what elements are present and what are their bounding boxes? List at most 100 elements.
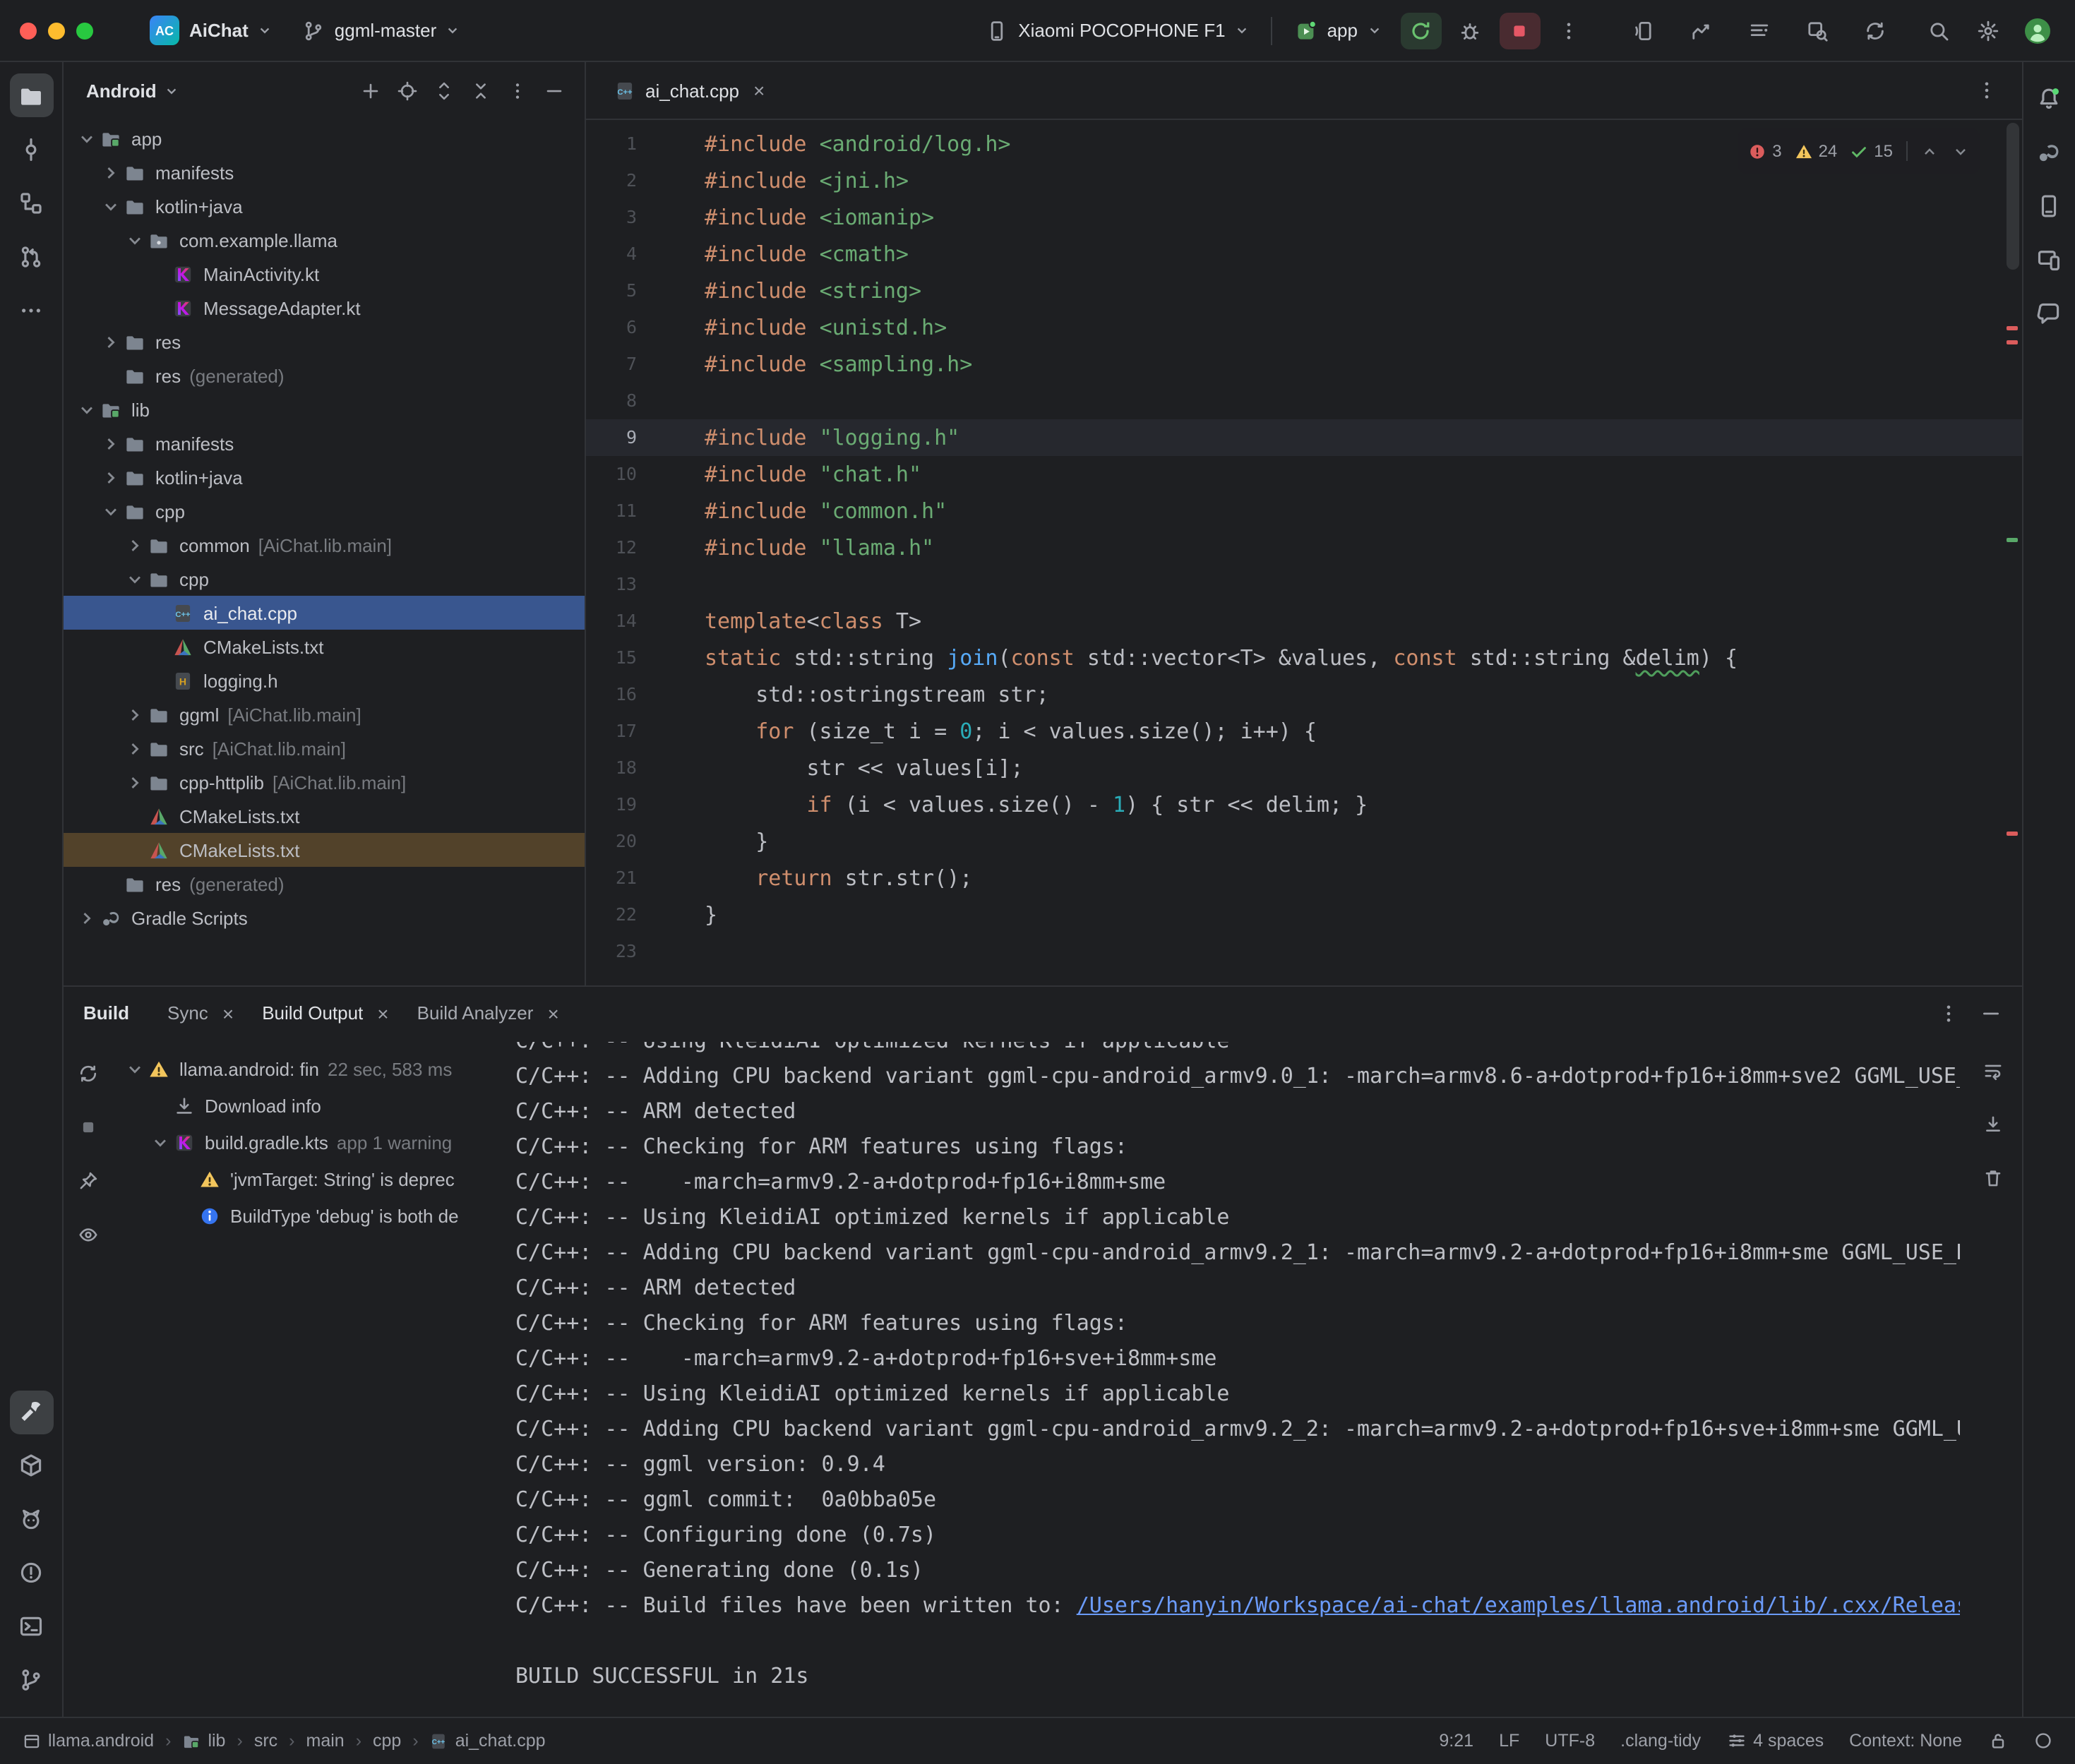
hide-build-panel-button[interactable]: [1979, 1002, 2002, 1024]
sync-button[interactable]: [1855, 12, 1896, 49]
more-h-tool-button[interactable]: [9, 288, 53, 332]
debug-button[interactable]: [1449, 12, 1490, 49]
output-path-link[interactable]: /Users/hanyin/Workspace/ai-chat/examples…: [1077, 1592, 1959, 1618]
tree-item-manifests[interactable]: manifests: [64, 426, 585, 460]
caret-position-status-item[interactable]: 9:21: [1439, 1731, 1473, 1751]
tree-item-cpp-httplib[interactable]: cpp-httplib[AiChat.lib.main]: [64, 765, 585, 799]
collapse-all-button[interactable]: [463, 73, 497, 107]
breadcrumb-ai-chat-cpp[interactable]: C++ai_chat.cpp: [430, 1731, 546, 1751]
editor-scrollbar[interactable]: [2006, 123, 2019, 270]
version-control-tool-button[interactable]: [9, 1658, 53, 1702]
code-style-config-status-item[interactable]: .clang-tidy: [1620, 1731, 1701, 1751]
minimize-window-button[interactable]: [48, 22, 65, 39]
run-configuration-selector[interactable]: app: [1284, 12, 1392, 49]
locate-button[interactable]: [390, 73, 424, 107]
file-encoding-status-item[interactable]: UTF-8: [1545, 1731, 1595, 1751]
close-tab-icon[interactable]: ×: [753, 79, 765, 102]
chevron-right-icon[interactable]: [75, 907, 99, 928]
build-tab-build-output[interactable]: Build Output×: [249, 995, 401, 1031]
settings-button[interactable]: [1968, 12, 2009, 49]
device-selector[interactable]: Xiaomi POCOPHONE F1: [974, 12, 1259, 49]
chevron-down-icon[interactable]: [148, 1132, 172, 1153]
logcat-lines-button[interactable]: [1739, 12, 1780, 49]
close-tab-icon[interactable]: ×: [222, 1002, 234, 1024]
chevron-down-icon[interactable]: [99, 500, 123, 522]
chevron-right-icon[interactable]: [99, 162, 123, 183]
chevron-right-icon[interactable]: [123, 772, 147, 793]
chevron-right-icon[interactable]: [99, 467, 123, 488]
tree-item-com-example-llama[interactable]: com.example.llama: [64, 223, 585, 257]
chevron-right-icon[interactable]: [99, 331, 123, 352]
tree-item-messageadapter-kt[interactable]: MessageAdapter.kt: [64, 291, 585, 325]
close-tab-icon[interactable]: ×: [547, 1002, 558, 1024]
packages-tool-button[interactable]: [9, 1444, 53, 1487]
chevron-down-icon[interactable]: [75, 128, 99, 149]
next-problem-button[interactable]: [1951, 142, 1969, 160]
tree-item-jvmtarget-string-is-deprec[interactable]: 'jvmTarget: String' is deprec: [112, 1160, 496, 1197]
project-tool-button[interactable]: [9, 73, 53, 117]
breadcrumb-src[interactable]: src: [254, 1731, 277, 1751]
tree-item-res[interactable]: res(generated): [64, 867, 585, 901]
chevron-right-icon[interactable]: [123, 738, 147, 759]
tree-item-buildtype-debug-is-both-de[interactable]: BuildType 'debug' is both de: [112, 1197, 496, 1234]
tree-item-res[interactable]: res(generated): [64, 359, 585, 392]
project-view-selector[interactable]: Android: [86, 80, 157, 101]
tree-item-common[interactable]: common[AiChat.lib.main]: [64, 528, 585, 562]
device-manager-tool-button[interactable]: [2027, 184, 2071, 227]
tree-item-build-gradle-kts[interactable]: build.gradle.ktsapp 1 warning: [112, 1124, 496, 1160]
tree-item-llama-android-fin[interactable]: llama.android: fin22 sec, 583 ms: [112, 1050, 496, 1087]
chevron-down-icon[interactable]: [123, 568, 147, 589]
build-options-button[interactable]: [1937, 1002, 1959, 1024]
build-tab-build-analyzer[interactable]: Build Analyzer×: [405, 995, 572, 1031]
editor-options-button[interactable]: [1966, 72, 2007, 109]
breadcrumb-llama-android[interactable]: llama.android: [23, 1731, 154, 1751]
plus-button[interactable]: [353, 73, 387, 107]
tree-item-cmakelists-txt[interactable]: CMakeLists.txt: [64, 833, 585, 867]
commit-tool-button[interactable]: [9, 127, 53, 171]
tree-item-cpp[interactable]: cpp: [64, 494, 585, 528]
logcat-tool-button[interactable]: [9, 1497, 53, 1541]
tree-item-gradle-scripts[interactable]: Gradle Scripts: [64, 901, 585, 935]
app-inspection-button[interactable]: [1797, 12, 1838, 49]
bell-tool-button[interactable]: [2027, 76, 2071, 120]
maximize-window-button[interactable]: [76, 22, 93, 39]
expand-all-button[interactable]: [426, 73, 460, 107]
terminal-tool-button[interactable]: [9, 1604, 53, 1648]
tree-item-ai-chat-cpp[interactable]: C++ai_chat.cpp: [64, 596, 585, 630]
resource-context-status-item[interactable]: Context: None: [1849, 1731, 1962, 1751]
soft-wrap-button[interactable]: [1976, 1053, 2010, 1087]
pull-request-tool-button[interactable]: [9, 234, 53, 278]
search-everywhere-button[interactable]: [1918, 12, 1959, 49]
file-write-access-status-item[interactable]: [1987, 1731, 2007, 1751]
editor-tab-ai-chat-cpp[interactable]: C++ ai_chat.cpp ×: [600, 62, 779, 119]
chevron-right-icon[interactable]: [123, 534, 147, 556]
pin-button[interactable]: [71, 1163, 104, 1197]
chevron-down-icon[interactable]: [99, 196, 123, 217]
vcs-branch-selector[interactable]: ggml-master: [291, 12, 471, 49]
tree-item-cmakelists-txt[interactable]: CMakeLists.txt: [64, 630, 585, 664]
filter-eye-button[interactable]: [71, 1217, 104, 1251]
breadcrumb-lib[interactable]: lib: [182, 1731, 225, 1751]
build-tool-button[interactable]: [9, 1390, 53, 1434]
tree-item-lib[interactable]: lib: [64, 392, 585, 426]
more-run-actions-button[interactable]: [1548, 12, 1589, 49]
tree-item-kotlin-java[interactable]: kotlin+java: [64, 189, 585, 223]
structure-tool-button[interactable]: [9, 181, 53, 224]
tree-item-download-info[interactable]: Download info: [112, 1087, 496, 1124]
chevron-right-icon[interactable]: [123, 704, 147, 725]
inspections-widget[interactable]: 3 24 15: [1738, 128, 1979, 174]
tree-item-kotlin-java[interactable]: kotlin+java: [64, 460, 585, 494]
scroll-end-button[interactable]: [1976, 1107, 2010, 1141]
breadcrumb-cpp[interactable]: cpp: [373, 1731, 401, 1751]
assistant-tool-button[interactable]: [2027, 291, 2071, 335]
line-separator-status-item[interactable]: LF: [1499, 1731, 1519, 1751]
build-tab-sync[interactable]: Sync×: [155, 995, 246, 1031]
indent-style-status-item[interactable]: 4 spaces: [1726, 1731, 1824, 1751]
stop-button[interactable]: [1499, 12, 1540, 49]
rerun-button[interactable]: [1400, 12, 1441, 49]
tree-item-res[interactable]: res: [64, 325, 585, 359]
tree-item-src[interactable]: src[AiChat.lib.main]: [64, 731, 585, 765]
chevron-right-icon[interactable]: [99, 433, 123, 454]
clear-button[interactable]: [1976, 1160, 2010, 1194]
gradle-tool-button[interactable]: [2027, 130, 2071, 174]
